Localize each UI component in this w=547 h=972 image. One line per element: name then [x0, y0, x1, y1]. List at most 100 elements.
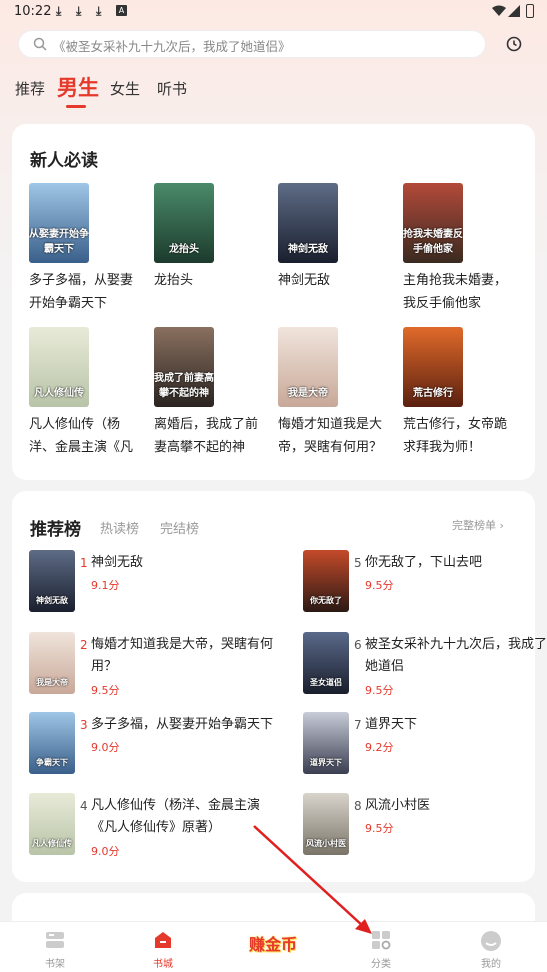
nav-bookstore[interactable]: 书城	[128, 922, 198, 972]
category-icon	[372, 931, 391, 950]
book-score: 9.0分	[91, 845, 120, 858]
rank-number: 5	[354, 556, 362, 570]
book-cover: 道界天下	[303, 712, 349, 774]
rank-number: 8	[354, 799, 362, 813]
book-score: 9.5分	[91, 684, 120, 697]
rank-number: 1	[80, 556, 88, 570]
cover-title: 从娶妻开始争霸天下	[29, 229, 89, 255]
cover-title: 神剑无敌	[36, 596, 68, 605]
tab-active-indicator	[66, 105, 86, 108]
download-icon: ⤓	[56, 4, 62, 18]
cover-title: 争霸天下	[36, 758, 68, 767]
book-title: 神剑无敌	[91, 555, 144, 570]
nav-category[interactable]: 分类	[346, 922, 416, 972]
nav-label: 书城	[153, 959, 173, 970]
book-title: 风流小村医	[365, 798, 431, 813]
book-title: 凡人修仙传（杨洋、金晨主演《凡人修仙传》原著）	[29, 417, 134, 455]
battery-icon	[526, 4, 534, 18]
history-icon[interactable]	[506, 36, 522, 52]
book-score: 9.2分	[365, 741, 394, 754]
search-icon	[33, 37, 47, 51]
book-title: 被圣女采补九十九次后，我成了她道侣	[365, 637, 547, 674]
search-placeholder: 《被圣女采补九十九次后，我成了她道侣》	[53, 39, 291, 54]
cover-title: 我是大帝	[36, 678, 68, 687]
nav-profile[interactable]: 我的	[456, 922, 526, 972]
bookstore-icon	[155, 932, 171, 948]
book-cover: 荒古修行	[403, 327, 463, 407]
cover-title: 龙抬头	[169, 244, 199, 255]
book-title: 龙抬头	[154, 273, 194, 288]
status-time: 10:22	[14, 4, 52, 19]
section-title: 推荐榜	[30, 520, 81, 540]
cover-title: 我成了前妻高攀不起的神	[154, 373, 214, 399]
book-cover: 龙抬头	[154, 183, 214, 263]
book-score: 9.5分	[365, 579, 394, 592]
book-score: 9.0分	[91, 741, 120, 754]
signal-icon	[508, 5, 520, 17]
book-title: 荒古修行，女帝跪求拜我为师！	[403, 417, 508, 455]
earn-coins-icon: 赚金币	[248, 935, 297, 954]
book-title: 多子多福，从娶妻开始争霸天下	[91, 717, 274, 732]
book-cover: 圣女道侣	[303, 632, 349, 694]
book-title: 离婚后，我成了前妻高攀不起的神	[154, 417, 259, 455]
full-ranking-link[interactable]: 完整榜单 ›	[452, 517, 504, 533]
profile-icon	[481, 931, 501, 951]
download-icon: ⤓	[76, 4, 82, 18]
book-title: 悔婚才知道我是大帝，哭瞎有何用？	[278, 417, 383, 455]
book-title: 悔婚才知道我是大帝，哭瞎有何用？	[91, 637, 274, 674]
book-title: 多子多福，从娶妻开始争霸天下	[29, 273, 134, 311]
book-title: 你无敌了，下山去吧	[365, 555, 483, 570]
rank-number: 6	[354, 638, 362, 652]
rank-number: 7	[354, 718, 362, 732]
book-cover: 凡人修仙传	[29, 793, 75, 855]
book-score: 9.5分	[365, 822, 394, 835]
rank-number: 3	[80, 718, 88, 732]
cover-title: 抢我未婚妻反手偷他家	[403, 229, 463, 255]
tab-hot-reading[interactable]: 热读榜	[100, 518, 139, 537]
book-cover: 你无敌了	[303, 550, 349, 612]
tab-audiobook[interactable]: 听书	[157, 78, 187, 99]
book-title: 主角抢我未婚妻，我反手偷他家	[403, 273, 508, 311]
download-icon: ⤓	[96, 4, 102, 18]
tab-male[interactable]: 男生	[57, 72, 99, 102]
earn-coins-button[interactable]: 赚金币	[246, 926, 300, 960]
book-score: 9.1分	[91, 579, 120, 592]
book-cover: 我是大帝	[29, 632, 75, 694]
tab-female[interactable]: 女生	[110, 78, 140, 99]
cover-title: 你无敌了	[310, 596, 342, 605]
wifi-icon	[492, 5, 506, 16]
cover-title: 风流小村医	[306, 839, 346, 848]
cover-title: 凡人修仙传	[34, 388, 84, 399]
book-cover: 神剑无敌	[29, 550, 75, 612]
book-cover: 神剑无敌	[278, 183, 338, 263]
nav-label: 分类	[371, 959, 391, 970]
cover-title: 我是大帝	[288, 388, 328, 399]
book-score: 9.5分	[365, 684, 394, 697]
cover-title: 凡人修仙传	[32, 839, 72, 848]
cover-title: 道界天下	[310, 758, 342, 767]
cover-title: 圣女道侣	[310, 678, 342, 687]
cover-title: 荒古修行	[413, 388, 453, 399]
tab-completed[interactable]: 完结榜	[160, 518, 199, 537]
book-cover: 风流小村医	[303, 793, 349, 855]
section-title: 新人必读	[30, 151, 98, 171]
book-title: 凡人修仙传（杨洋、金晨主演《凡人修仙传》原著）	[91, 798, 261, 835]
bookshelf-icon	[46, 932, 64, 948]
book-cover: 凡人修仙传	[29, 327, 89, 407]
search-input[interactable]: 《被圣女采补九十九次后，我成了她道侣》	[18, 30, 486, 58]
book-title: 神剑无敌	[278, 273, 331, 288]
rank-number: 4	[80, 799, 88, 813]
tab-recommend[interactable]: 推荐	[15, 78, 45, 99]
book-cover: 我是大帝	[278, 327, 338, 407]
book-cover: 我成了前妻高攀不起的神	[154, 327, 214, 407]
nav-bookshelf[interactable]: 书架	[20, 922, 90, 972]
book-title: 道界天下	[365, 717, 418, 732]
book-cover: 抢我未婚妻反手偷他家	[403, 183, 463, 263]
rank-number: 2	[80, 638, 88, 652]
nav-label: 书架	[45, 959, 65, 970]
cover-title: 神剑无敌	[288, 244, 328, 255]
book-cover: 从娶妻开始争霸天下	[29, 183, 89, 263]
nav-label: 我的	[481, 959, 501, 970]
book-cover: 争霸天下	[29, 712, 75, 774]
status-bar: 10:22 ⤓ ⤓ ⤓ A	[0, 0, 547, 24]
